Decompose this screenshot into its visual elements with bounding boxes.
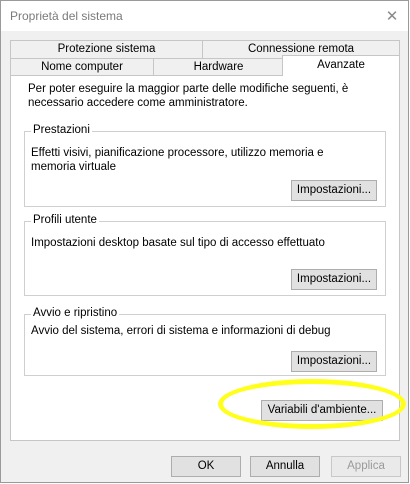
advanced-tab-panel: Per poter eseguire la maggior parte dell…: [10, 75, 400, 441]
user-profiles-group: Profili utente Impostazioni desktop basa…: [24, 214, 386, 296]
cancel-button[interactable]: Annulla: [250, 456, 320, 477]
user-profiles-description: Impostazioni desktop basate sul tipo di …: [31, 237, 325, 249]
performance-description: Effetti visivi, pianificazione processor…: [31, 147, 324, 173]
title-bar: Proprietà del sistema ✕: [1, 1, 408, 31]
tab-avanzate[interactable]: Avanzate: [282, 55, 400, 76]
system-properties-window: Proprietà del sistema ✕ Protezione siste…: [0, 0, 409, 483]
tab-hardware[interactable]: Hardware: [153, 58, 284, 76]
user-profiles-title: Profili utente: [31, 214, 99, 226]
startup-recovery-title: Avvio e ripristino: [31, 307, 120, 319]
admin-notice: Per poter eseguire la maggior parte dell…: [28, 83, 349, 109]
performance-title: Prestazioni: [31, 124, 92, 136]
tab-protezione-sistema[interactable]: Protezione sistema: [10, 40, 203, 58]
ok-button[interactable]: OK: [171, 456, 241, 477]
window-title: Proprietà del sistema: [10, 9, 123, 23]
performance-group: Prestazioni Effetti visivi, pianificazio…: [24, 124, 386, 207]
performance-settings-button[interactable]: Impostazioni...: [291, 180, 377, 201]
startup-recovery-group: Avvio e ripristino Avvio del sistema, er…: [24, 307, 386, 376]
startup-recovery-description: Avvio del sistema, errori di sistema e i…: [31, 325, 331, 337]
tab-nome-computer[interactable]: Nome computer: [10, 58, 154, 76]
apply-button[interactable]: Applica: [331, 456, 401, 477]
environment-variables-button[interactable]: Variabili d'ambiente...: [261, 400, 383, 421]
startup-recovery-settings-button[interactable]: Impostazioni...: [291, 351, 377, 372]
user-profiles-settings-button[interactable]: Impostazioni...: [291, 269, 377, 290]
close-icon[interactable]: ✕: [382, 6, 402, 26]
